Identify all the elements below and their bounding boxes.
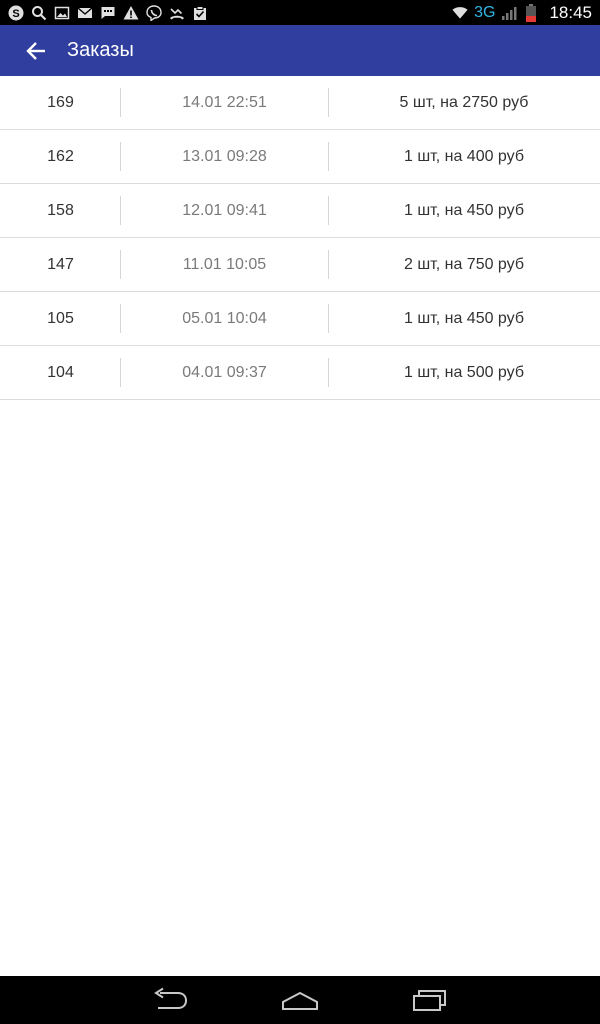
clipboard-check-icon: [192, 5, 208, 21]
missed-call-icon: [169, 5, 185, 21]
app-bar: Заказы: [0, 25, 600, 76]
column-divider: [120, 250, 121, 279]
column-divider: [120, 142, 121, 171]
column-divider: [120, 88, 121, 117]
order-row[interactable]: 158 12.01 09:41 1 шт, на 450 руб: [0, 184, 600, 238]
image-icon: [54, 5, 70, 21]
order-row[interactable]: 169 14.01 22:51 5 шт, на 2750 руб: [0, 76, 600, 130]
order-row[interactable]: 104 04.01 09:37 1 шт, на 500 руб: [0, 346, 600, 400]
order-summary: 5 шт, на 2750 руб: [399, 93, 529, 111]
signal-icon: [501, 5, 517, 21]
order-id: 162: [47, 147, 74, 165]
column-divider: [328, 250, 329, 279]
arrow-back-icon: [26, 41, 45, 60]
order-datetime: 14.01 22:51: [182, 93, 267, 111]
order-row[interactable]: 147 11.01 10:05 2 шт, на 750 руб: [0, 238, 600, 292]
status-time: 18:45: [549, 2, 592, 22]
column-divider: [328, 88, 329, 117]
order-id: 169: [47, 93, 74, 111]
network-type: 3G: [474, 3, 496, 21]
warning-icon: [123, 5, 139, 21]
order-datetime: 11.01 10:05: [182, 255, 267, 273]
column-divider: [120, 304, 121, 333]
order-datetime: 04.01 09:37: [182, 363, 267, 381]
column-divider: [120, 358, 121, 387]
order-summary: 1 шт, на 450 руб: [403, 309, 524, 327]
navigation-bar: [0, 976, 600, 1024]
order-datetime: 12.01 09:41: [182, 201, 267, 219]
order-datetime: 05.01 10:04: [182, 309, 267, 327]
nav-back-button[interactable]: [144, 980, 196, 1020]
search-icon: [31, 5, 47, 21]
order-row[interactable]: 105 05.01 10:04 1 шт, на 450 руб: [0, 292, 600, 346]
order-summary: 1 шт, на 500 руб: [403, 363, 524, 381]
page-title: Заказы: [67, 39, 134, 61]
back-nav-icon: [154, 987, 188, 1009]
message-icon: [100, 5, 116, 21]
order-datetime: 13.01 09:28: [182, 147, 267, 165]
column-divider: [328, 142, 329, 171]
order-id: 104: [47, 363, 74, 381]
system-status: 3G 18:45: [452, 3, 592, 23]
orders-list: 169 14.01 22:51 5 шт, на 2750 руб 162 13…: [0, 76, 600, 400]
back-button[interactable]: [19, 34, 53, 68]
column-divider: [328, 358, 329, 387]
order-id: 147: [47, 255, 74, 273]
gmail-icon: [77, 5, 93, 21]
wifi-icon: [452, 5, 468, 21]
battery-icon: [523, 3, 539, 22]
viber-icon: [146, 4, 162, 21]
order-summary: 2 шт, на 750 руб: [403, 255, 524, 273]
status-bar: S 3G 18:45: [0, 0, 600, 25]
order-id: 105: [47, 309, 74, 327]
recents-nav-icon: [413, 990, 446, 1011]
order-summary: 1 шт, на 450 руб: [403, 201, 524, 219]
nav-home-button[interactable]: [274, 980, 326, 1020]
order-row[interactable]: 162 13.01 09:28 1 шт, на 400 руб: [0, 130, 600, 184]
column-divider: [120, 196, 121, 225]
order-summary: 1 шт, на 400 руб: [403, 147, 524, 165]
home-nav-icon: [282, 991, 318, 1010]
order-id: 158: [47, 201, 74, 219]
column-divider: [328, 196, 329, 225]
notification-icons: S: [8, 4, 208, 21]
column-divider: [328, 304, 329, 333]
skype-icon: S: [8, 5, 24, 21]
nav-recents-button[interactable]: [404, 980, 456, 1020]
svg-text:S: S: [12, 8, 19, 20]
